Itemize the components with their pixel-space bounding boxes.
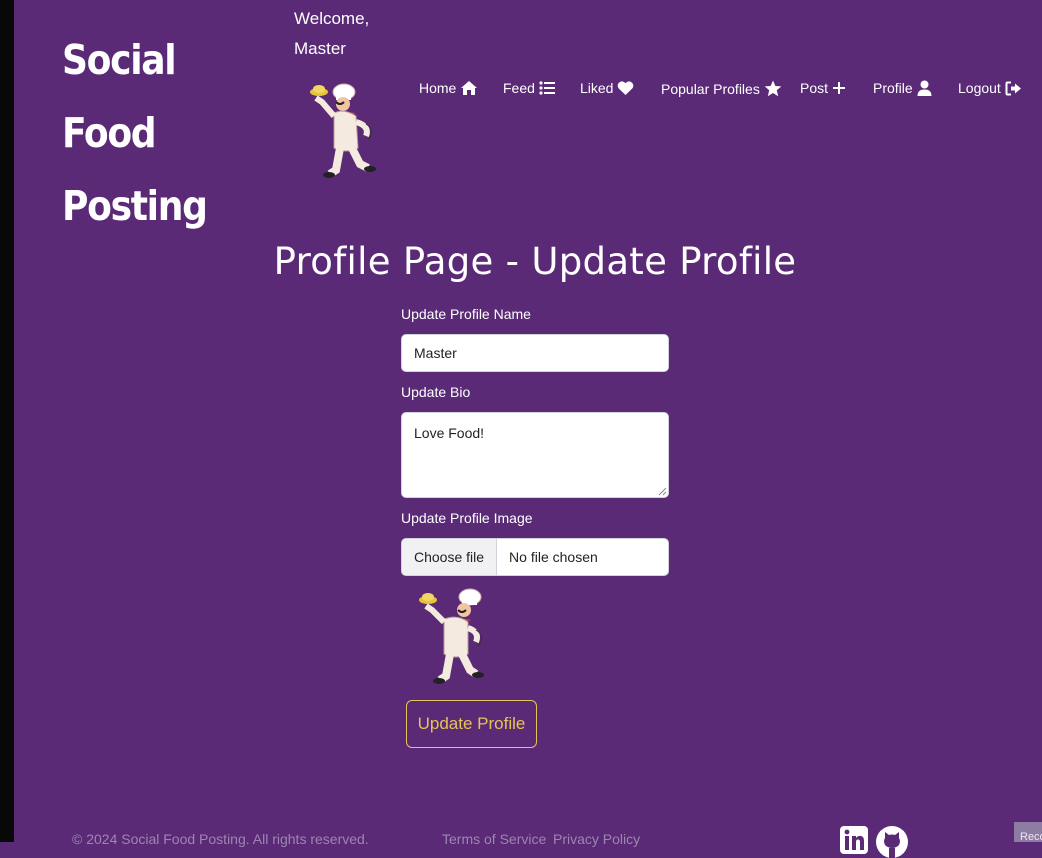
- profile-image-preview: [419, 588, 484, 684]
- plus-icon: [833, 82, 846, 94]
- nav-item-label: Profile: [873, 80, 913, 96]
- nav-item-popular-profiles[interactable]: Popular Profiles: [661, 80, 782, 97]
- nav-item-label: Feed: [503, 80, 535, 96]
- nav-item-post[interactable]: Post: [800, 80, 846, 96]
- nav-item-label: Post: [800, 80, 829, 96]
- home-icon: [461, 81, 478, 95]
- corner-badge[interactable]: Reco: [1014, 822, 1042, 842]
- nav-item-feed[interactable]: Feed: [503, 80, 555, 96]
- nav-item-label: Home: [419, 80, 457, 96]
- footer-copyright: © 2024 Social Food Posting. All rights r…: [72, 831, 369, 847]
- github-icon[interactable]: [876, 826, 908, 858]
- footer-privacy-link[interactable]: Privacy Policy: [553, 831, 640, 847]
- file-status-text: No file chosen: [509, 549, 598, 565]
- logout-icon: [1005, 81, 1021, 95]
- welcome-message: Welcome, Master: [294, 9, 370, 58]
- footer-terms-link[interactable]: Terms of Service: [442, 831, 546, 847]
- chef-avatar-image: [310, 83, 376, 178]
- nav-item-logout[interactable]: Logout: [958, 80, 1022, 96]
- profile-image-label: Update Profile Image: [401, 510, 533, 526]
- nav-item-home[interactable]: Home: [419, 80, 478, 96]
- choose-file-button[interactable]: Choose file: [402, 539, 498, 575]
- bio-textarea[interactable]: Love Food!: [401, 412, 669, 498]
- site-brand-title[interactable]: Social Food Posting: [62, 24, 256, 243]
- nav-item-profile[interactable]: Profile: [873, 80, 932, 96]
- page-title: Profile Page - Update Profile: [273, 240, 797, 283]
- nav-item-liked[interactable]: Liked: [580, 80, 634, 96]
- nav-item-label: Liked: [580, 80, 614, 96]
- heart-icon: [618, 80, 634, 95]
- left-window-edge: [0, 0, 14, 842]
- nav-item-label: Logout: [958, 80, 1001, 96]
- nav-item-label: Popular Profiles: [661, 80, 760, 97]
- profile-name-input[interactable]: [401, 334, 669, 372]
- profile-name-label: Update Profile Name: [401, 306, 531, 322]
- profile-image-file-input[interactable]: Choose file No file chosen: [401, 538, 669, 576]
- textarea-resize-handle[interactable]: [657, 486, 667, 496]
- update-profile-button[interactable]: Update Profile: [406, 700, 537, 748]
- star-icon: [764, 80, 782, 97]
- user-icon: [917, 80, 932, 96]
- linkedin-icon[interactable]: [840, 826, 868, 854]
- bio-label: Update Bio: [401, 384, 471, 400]
- list-icon: [539, 81, 555, 95]
